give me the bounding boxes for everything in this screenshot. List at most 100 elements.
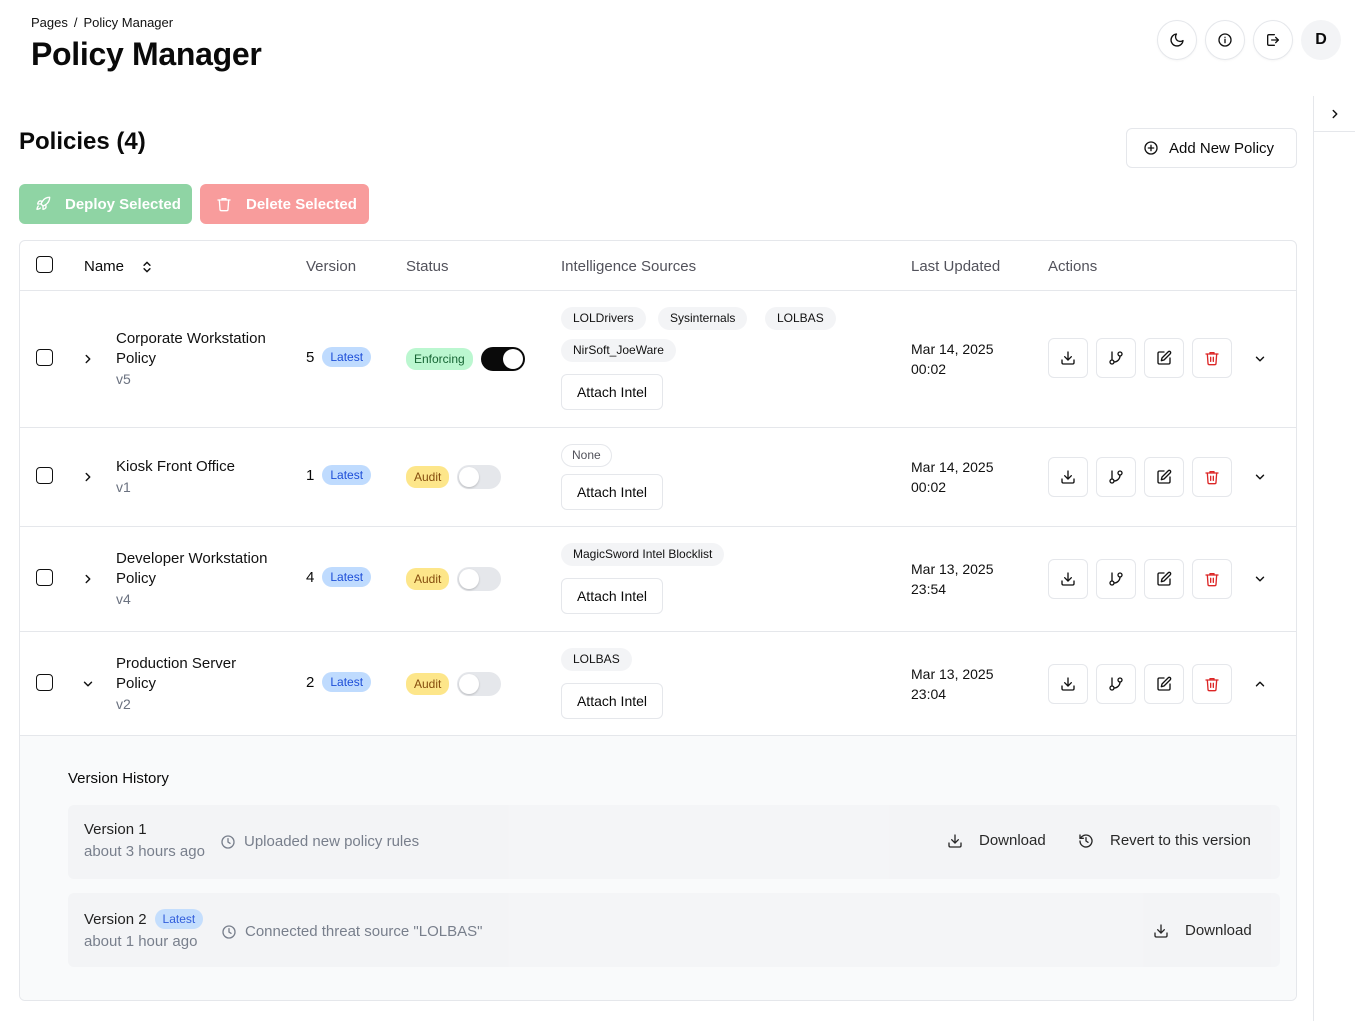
version-number: 4 — [306, 568, 315, 586]
theme-toggle-button[interactable] — [1157, 20, 1197, 60]
policy-name[interactable]: Production Server Policy v2 — [116, 654, 286, 714]
table-header: Name Version Status Intelligence Sources… — [20, 241, 1296, 291]
policy-name-line: Policy — [116, 675, 157, 692]
edit-button[interactable] — [1144, 457, 1184, 497]
edit-button[interactable] — [1144, 338, 1184, 378]
logout-button[interactable] — [1253, 20, 1293, 60]
clock-icon — [222, 924, 236, 939]
branch-button[interactable] — [1096, 338, 1136, 378]
updated-time: 23:04 — [911, 686, 947, 702]
row-actions — [1048, 559, 1232, 599]
attach-intel-button[interactable]: Attach Intel — [561, 578, 663, 614]
status-badge: Audit — [406, 568, 450, 590]
policy-name[interactable]: Kiosk Front Office v1 — [116, 457, 286, 497]
intel-source-chip: None — [561, 444, 612, 467]
deploy-selected-button[interactable]: Deploy Selected — [19, 184, 192, 224]
delete-button[interactable] — [1192, 559, 1232, 599]
enforce-toggle[interactable] — [457, 672, 502, 696]
select-all-checkbox[interactable] — [36, 256, 53, 273]
top-actions: D — [1157, 20, 1341, 60]
edit-button[interactable] — [1144, 559, 1184, 599]
enforce-toggle[interactable] — [457, 567, 502, 591]
edit-icon — [1157, 350, 1172, 365]
row-checkbox[interactable] — [36, 467, 53, 484]
download-button[interactable] — [1048, 664, 1088, 704]
intel-source-chip: NirSoft_JoeWare — [561, 339, 676, 362]
row-checkbox[interactable] — [36, 569, 53, 586]
revert-version-button[interactable]: Revert to this version — [1078, 832, 1251, 849]
chevron-right-icon[interactable] — [81, 470, 95, 484]
download-button[interactable] — [1048, 559, 1088, 599]
download-icon — [948, 833, 962, 848]
breadcrumb-root[interactable]: Pages — [31, 15, 68, 30]
column-status: Status — [406, 258, 449, 275]
policy-name-line: Production Server — [116, 655, 237, 672]
updated-date: Mar 14, 2025 — [911, 459, 994, 475]
version-card: Version 1 about 3 hours ago Uploaded new… — [68, 805, 1280, 879]
attach-intel-button[interactable]: Attach Intel — [561, 374, 663, 410]
add-policy-button[interactable]: Add New Policy — [1126, 128, 1297, 168]
download-button[interactable] — [1048, 338, 1088, 378]
avatar[interactable]: D — [1301, 20, 1341, 60]
branch-button[interactable] — [1096, 664, 1136, 704]
version-number: 2 — [306, 673, 315, 691]
delete-button[interactable] — [1192, 457, 1232, 497]
policy-name[interactable]: Developer Workstation Policy v4 — [116, 549, 286, 609]
version-description: Uploaded new policy rules — [220, 833, 419, 850]
row-checkbox[interactable] — [36, 674, 53, 691]
deploy-selected-label: Deploy Selected — [65, 195, 181, 213]
info-icon — [1218, 33, 1232, 47]
enforce-toggle[interactable] — [457, 465, 502, 489]
table-row[interactable]: Production Server Policy v2 2 Latest Aud… — [20, 632, 1296, 736]
attach-intel-button[interactable]: Attach Intel — [561, 683, 663, 719]
edit-button[interactable] — [1144, 664, 1184, 704]
chevron-down-icon[interactable] — [1253, 572, 1267, 586]
row-checkbox[interactable] — [36, 349, 53, 366]
chevron-down-icon[interactable] — [1253, 352, 1267, 366]
git-branch-icon — [1109, 677, 1123, 691]
column-name[interactable]: Name — [84, 258, 154, 275]
table-row[interactable]: Corporate Workstation Policy v5 5 Latest… — [20, 291, 1296, 428]
version-download-button[interactable]: Download — [1153, 922, 1252, 939]
edit-icon — [1157, 469, 1172, 484]
version-cell: 2 Latest — [306, 672, 372, 692]
row-actions — [1048, 664, 1232, 704]
chevron-down-icon[interactable] — [81, 677, 95, 691]
status-cell: Enforcing — [406, 347, 525, 371]
version-cell: 4 Latest — [306, 567, 372, 587]
toggle-knob — [502, 349, 523, 369]
policy-name[interactable]: Corporate Workstation Policy v5 — [116, 329, 286, 389]
delete-selected-button[interactable]: Delete Selected — [200, 184, 369, 224]
delete-button[interactable] — [1192, 338, 1232, 378]
branch-button[interactable] — [1096, 559, 1136, 599]
status-cell: Audit — [406, 567, 502, 591]
updated-time: 00:02 — [911, 361, 947, 377]
chevron-down-icon[interactable] — [1253, 470, 1267, 484]
attach-intel-button[interactable]: Attach Intel — [561, 474, 663, 510]
version-download-button[interactable]: Download — [947, 832, 1046, 849]
enforce-toggle[interactable] — [480, 347, 525, 371]
table-row[interactable]: Kiosk Front Office v1 1 Latest Audit Non… — [20, 428, 1296, 527]
policy-name-line: Kiosk Front Office — [116, 458, 235, 475]
rocket-icon — [36, 196, 51, 210]
branch-button[interactable] — [1096, 457, 1136, 497]
download-label: Download — [979, 832, 1046, 849]
delete-button[interactable] — [1192, 664, 1232, 704]
chevron-up-icon[interactable] — [1253, 677, 1267, 691]
chevron-right-icon[interactable] — [81, 352, 95, 366]
edit-icon — [1157, 676, 1172, 691]
sidebar-toggle-button[interactable] — [1314, 96, 1355, 132]
policy-name-line: Developer Workstation — [116, 550, 268, 567]
column-sources: Intelligence Sources — [561, 258, 697, 275]
table-row[interactable]: Developer Workstation Policy v4 4 Latest… — [20, 527, 1296, 632]
version-name: Version 1 — [84, 821, 147, 838]
version-time: about 1 hour ago — [84, 933, 198, 950]
chevron-right-icon[interactable] — [81, 572, 95, 586]
toggle-knob — [459, 467, 480, 487]
page-title: Policy Manager — [31, 36, 262, 72]
last-updated: Mar 14, 2025 00:02 — [911, 457, 994, 497]
info-button[interactable] — [1205, 20, 1245, 60]
download-button[interactable] — [1048, 457, 1088, 497]
chevron-right-icon — [1332, 109, 1338, 118]
policy-name-line: Corporate Workstation — [116, 330, 266, 347]
